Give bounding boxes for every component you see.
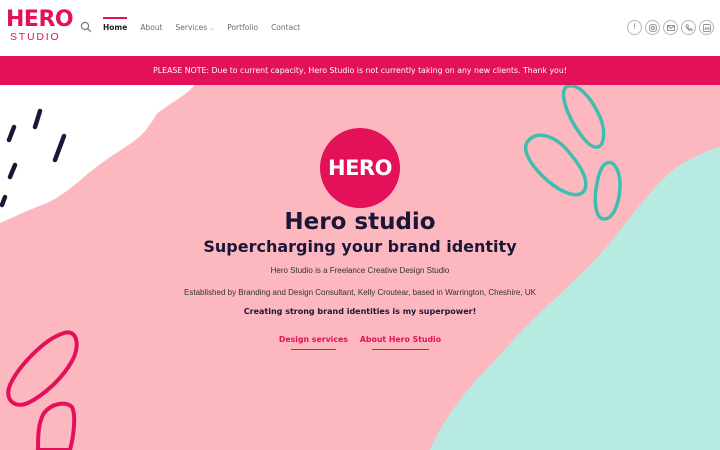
hero-tagline: Creating strong brand identities is my s… xyxy=(243,307,477,316)
hero-title: Hero studio xyxy=(284,209,436,235)
hero-logo-text: HERO xyxy=(328,156,392,180)
nav-item-home[interactable]: Home xyxy=(103,17,128,32)
notice-banner: PLEASE NOTE: Due to current capacity, He… xyxy=(0,56,720,85)
site-logo[interactable]: HERO STUDIO xyxy=(6,7,74,44)
about-hero-studio-button[interactable]: About Hero Studio xyxy=(360,335,441,350)
nav-item-contact[interactable]: Contact xyxy=(271,18,300,32)
hero-buttons: Design services About Hero Studio xyxy=(0,335,720,350)
nav-item-services[interactable]: Services ⌄ xyxy=(176,18,215,32)
design-services-button[interactable]: Design services xyxy=(279,335,348,350)
logo-wordmark: HERO xyxy=(6,7,74,32)
phone-icon[interactable] xyxy=(681,20,696,35)
hero-paragraph-2: Established by Branding and Design Consu… xyxy=(184,288,536,297)
nav-item-services-label: Services xyxy=(175,23,208,32)
search-icon[interactable] xyxy=(80,20,92,33)
logo-subtitle: STUDIO xyxy=(10,31,61,43)
nav-item-portfolio[interactable]: Portfolio xyxy=(227,18,258,32)
notice-text: PLEASE NOTE: Due to current capacity, He… xyxy=(153,66,567,75)
hero-paragraph-1: Hero Studio is a Freelance Creative Desi… xyxy=(270,266,450,275)
site-header: HERO STUDIO Home About Services ⌄ Portfol… xyxy=(0,0,720,56)
main-nav: Home About Services ⌄ Portfolio Contact xyxy=(103,17,300,32)
hero-subtitle: Supercharging your brand identity xyxy=(203,237,517,256)
email-icon[interactable] xyxy=(663,20,678,35)
chevron-down-icon: ⌄ xyxy=(209,25,215,32)
social-links: f xyxy=(627,20,714,35)
hero-logo: HERO xyxy=(320,128,400,208)
linkedin-icon[interactable] xyxy=(699,20,714,35)
hero-section: HERO Hero studio Supercharging your bran… xyxy=(0,85,720,450)
nav-item-about[interactable]: About xyxy=(140,18,162,32)
facebook-icon[interactable]: f xyxy=(627,20,642,35)
instagram-icon[interactable] xyxy=(645,20,660,35)
